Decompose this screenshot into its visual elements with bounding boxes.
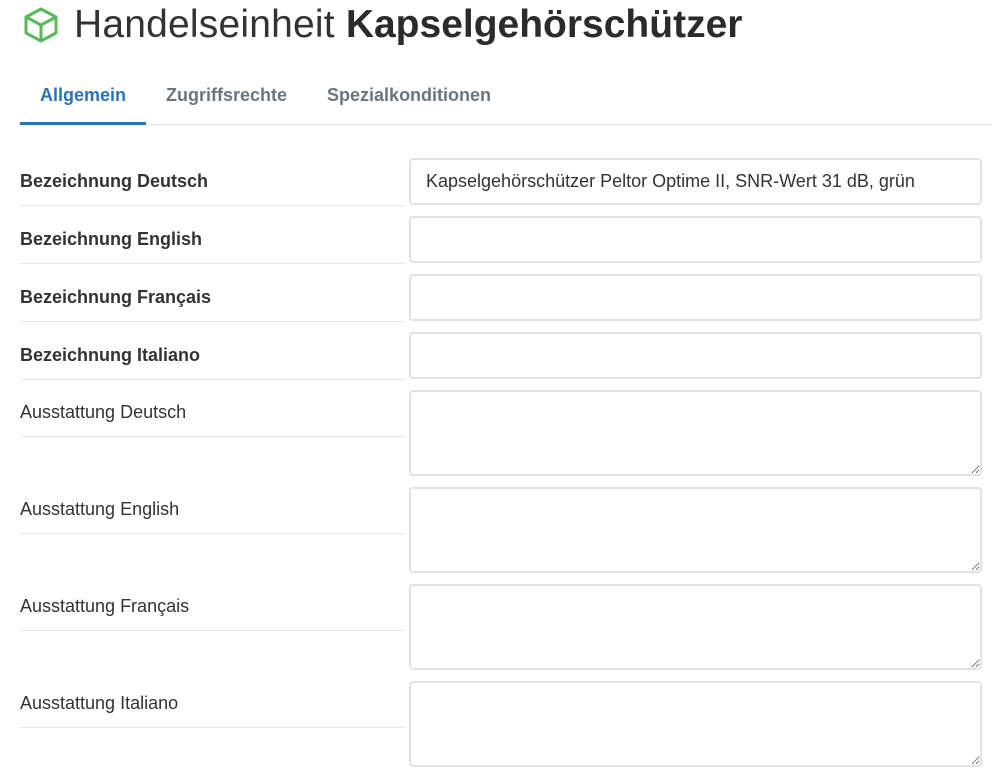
field-label: Ausstattung English xyxy=(20,487,405,534)
cube-icon xyxy=(22,6,60,44)
field-label: Bezeichnung Deutsch xyxy=(20,158,405,206)
field-label: Ausstattung Français xyxy=(20,584,405,631)
page-title: Kapselgehörschützer xyxy=(345,3,743,46)
form-row-bezeichnung-deutsch: Bezeichnung Deutsch xyxy=(20,158,982,216)
tab-allgemein[interactable]: Allgemein xyxy=(20,66,146,125)
ausstattung-deutsch-textarea[interactable] xyxy=(409,390,982,476)
page-title-prefix: Handelseinheit xyxy=(74,3,335,46)
tab-zugriffsrechte[interactable]: Zugriffsrechte xyxy=(146,66,307,124)
field-label: Bezeichnung Italiano xyxy=(20,332,405,380)
form-row-ausstattung-deutsch: Ausstattung Deutsch xyxy=(20,390,982,487)
form-row-ausstattung-italiano: Ausstattung Italiano xyxy=(20,681,982,774)
field-label: Bezeichnung English xyxy=(20,216,405,264)
page-header: Handelseinheit Kapselgehörschützer xyxy=(22,0,742,50)
form: Bezeichnung Deutsch Bezeichnung English … xyxy=(20,158,982,774)
form-row-ausstattung-english: Ausstattung English xyxy=(20,487,982,584)
page: Handelseinheit Kapselgehörschützer Allge… xyxy=(0,0,992,774)
ausstattung-english-textarea[interactable] xyxy=(409,487,982,573)
field-label: Bezeichnung Français xyxy=(20,274,405,322)
field-label: Ausstattung Deutsch xyxy=(20,390,405,437)
form-row-bezeichnung-francais: Bezeichnung Français xyxy=(20,274,982,332)
bezeichnung-deutsch-input[interactable] xyxy=(409,158,982,205)
form-row-bezeichnung-italiano: Bezeichnung Italiano xyxy=(20,332,982,390)
field-label: Ausstattung Italiano xyxy=(20,681,405,728)
tab-spezialkonditionen[interactable]: Spezialkonditionen xyxy=(307,66,511,124)
form-row-bezeichnung-english: Bezeichnung English xyxy=(20,216,982,274)
tab-bar: Allgemein Zugriffsrechte Spezialkonditio… xyxy=(20,66,992,125)
bezeichnung-francais-input[interactable] xyxy=(409,274,982,321)
bezeichnung-italiano-input[interactable] xyxy=(409,332,982,379)
bezeichnung-english-input[interactable] xyxy=(409,216,982,263)
ausstattung-italiano-textarea[interactable] xyxy=(409,681,982,767)
ausstattung-francais-textarea[interactable] xyxy=(409,584,982,670)
form-row-ausstattung-francais: Ausstattung Français xyxy=(20,584,982,681)
